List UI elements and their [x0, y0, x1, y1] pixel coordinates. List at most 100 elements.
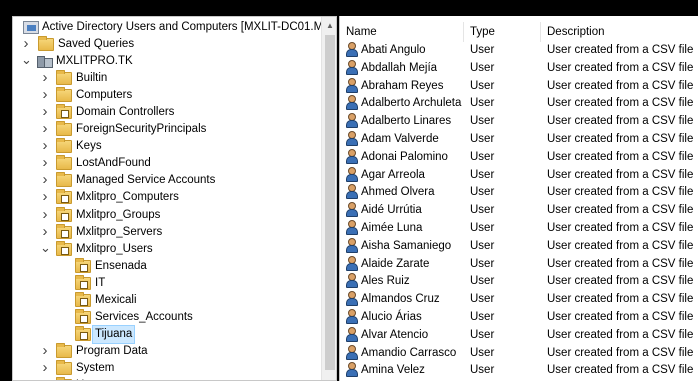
list-row[interactable]: Abati Angulo User User created from a CSV … [340, 42, 698, 60]
tree-item[interactable]: Domain Controllers [13, 104, 321, 121]
cell-description: User created from a CSV file [547, 79, 694, 92]
expand-chevron-icon[interactable] [40, 224, 50, 241]
column-header-type[interactable]: Type [464, 22, 541, 42]
column-header-name[interactable]: Name [340, 22, 464, 42]
tree-item-label: Mxlitpro_Users [76, 242, 153, 255]
list-row[interactable]: Alaide Zarate User User created from a CSV… [340, 255, 698, 274]
list-row[interactable]: Ahmed Olvera User User created from a CSV … [340, 184, 698, 202]
scroll-thumb[interactable] [325, 35, 335, 370]
tree-item[interactable]: ForeignSecurityPrincipals [13, 121, 321, 138]
console-tree[interactable]: Active Directory Users and Computers [MX… [13, 19, 334, 380]
tree-vertical-scrollbar[interactable]: ▲ [321, 17, 336, 380]
cell-description: User created from a CSV file [547, 364, 694, 377]
tree-item[interactable]: MXLITPRO.TK [13, 53, 321, 70]
expand-chevron-icon[interactable] [40, 172, 50, 189]
expand-chevron-icon[interactable] [40, 343, 50, 360]
tree-item[interactable]: Computers [13, 87, 321, 104]
tree-item[interactable]: Services_Accounts [13, 308, 321, 326]
cell-type: User [470, 204, 495, 217]
expand-chevron-icon[interactable] [40, 207, 50, 224]
expand-chevron-icon[interactable] [40, 377, 50, 380]
cell-name: Alvar Atencio [361, 328, 429, 341]
column-header-description[interactable]: Description [541, 22, 698, 42]
tree-item-label: System [76, 361, 115, 374]
expand-chevron-icon[interactable] [40, 189, 50, 206]
tree-item[interactable]: Program Data [13, 342, 321, 360]
cell-type: User [470, 61, 495, 74]
tree-item[interactable]: System [13, 359, 321, 377]
cell-name: Amandio Carrasco [361, 346, 457, 359]
cell-name: Abraham Reyes [361, 79, 444, 92]
list-row[interactable]: Adonai Palomino User User created from a C… [340, 148, 698, 167]
list-row[interactable]: Aisha Samaniego User User created from a C… [340, 237, 698, 256]
expand-chevron-icon[interactable] [40, 121, 50, 138]
organizational-unit-icon [75, 257, 91, 273]
cell-type: User [470, 44, 495, 56]
user-icon [345, 291, 358, 307]
user-icon [345, 344, 358, 360]
organizational-unit-icon [56, 223, 72, 239]
user-icon [345, 148, 358, 164]
tree-item[interactable]: Ensenada [13, 257, 321, 275]
cell-description: User created from a CSV file [547, 61, 694, 74]
expand-chevron-icon[interactable] [40, 360, 50, 377]
tree-root[interactable]: Active Directory Users and Computers [MX… [13, 19, 334, 36]
folder-icon [38, 36, 54, 52]
expand-chevron-icon[interactable] [21, 36, 31, 53]
cell-name: Alaide Zarate [361, 257, 430, 270]
tree-item[interactable]: LostAndFound [13, 155, 321, 172]
organizational-unit-icon [75, 325, 91, 341]
tree-item[interactable]: Mexicali [13, 291, 321, 309]
user-icon [345, 255, 358, 271]
cell-description: User created from a CSV file [547, 168, 694, 181]
scroll-up-arrow-icon[interactable]: ▲ [322, 17, 336, 34]
list-row[interactable]: Almandos Cruz User User created from a CSV… [340, 291, 698, 309]
tree-item-label: Mxlitpro_Groups [76, 208, 161, 221]
tree-item[interactable]: Mxlitpro_Users [13, 240, 321, 258]
cell-description: User created from a CSV file [547, 132, 694, 145]
list-row[interactable]: Adalberto Archuleta User User created from… [340, 95, 698, 113]
list-row[interactable]: Aimée Luna User User created from a CSV fi… [340, 219, 698, 238]
user-list[interactable]: Abati Angulo User User created from a CSV … [340, 42, 698, 380]
folder-icon [56, 172, 72, 188]
tree-item[interactable]: IT [13, 274, 321, 292]
expand-chevron-icon[interactable] [40, 70, 50, 87]
expand-chevron-icon[interactable] [40, 138, 50, 155]
user-icon [345, 326, 358, 342]
organizational-unit-icon [75, 308, 91, 324]
list-row[interactable]: Ales Ruiz User User created from a CSV fil… [340, 273, 698, 291]
tree-item[interactable]: Builtin [13, 70, 321, 87]
expand-chevron-icon[interactable] [40, 104, 50, 121]
cell-type: User [470, 239, 495, 252]
tree-item[interactable]: Managed Service Accounts [13, 172, 321, 189]
collapse-chevron-icon[interactable] [21, 53, 31, 70]
tree-item[interactable]: Saved Queries [13, 36, 321, 53]
details-pane[interactable]: Name Type Description Abati Angulo User Us… [339, 16, 698, 381]
list-row[interactable]: Alvar Atencio User User created from a CSV… [340, 326, 698, 345]
list-row[interactable]: Adalberto Linares User User created from a… [340, 113, 698, 131]
list-row[interactable]: Aidé Urrútia User User created from a CSV … [340, 202, 698, 220]
cell-name: Abdallah Mejía [361, 61, 438, 74]
console-tree-pane[interactable]: Active Directory Users and Computers [MX… [12, 16, 337, 381]
tree-item[interactable]: Mxlitpro_Servers [13, 223, 321, 241]
collapse-chevron-icon[interactable] [40, 241, 50, 258]
list-row[interactable]: Abdallah Mejía User User created from a CS… [340, 59, 698, 78]
cell-type: User [470, 97, 495, 110]
list-row[interactable]: Adam Valverde User User created from a CSV… [340, 130, 698, 149]
list-row[interactable]: Alucio Árias User User created from a CSV … [340, 308, 698, 327]
cell-description: User created from a CSV file [547, 310, 694, 323]
tree-item[interactable]: Keys [13, 138, 321, 155]
folder-icon [56, 87, 72, 103]
tree-item[interactable]: Mxlitpro_Groups [13, 206, 321, 224]
tree-item[interactable]: Tijuana [13, 324, 321, 344]
list-row[interactable]: Abraham Reyes User User created from a CSV… [340, 77, 698, 96]
list-row[interactable]: Amina Velez User User created from a CSV f… [340, 362, 698, 380]
tree-item-label: Builtin [76, 72, 108, 85]
list-row[interactable]: Agar Arreola User User created from a CSV … [340, 166, 698, 185]
expand-chevron-icon[interactable] [40, 87, 50, 104]
user-icon [345, 42, 358, 57]
list-row[interactable]: Amandio Carrasco User User created from a … [340, 344, 698, 363]
tree-item[interactable]: Mxlitpro_Computers [13, 189, 321, 206]
expand-chevron-icon[interactable] [40, 155, 50, 172]
tree-item[interactable]: Users [13, 376, 321, 380]
